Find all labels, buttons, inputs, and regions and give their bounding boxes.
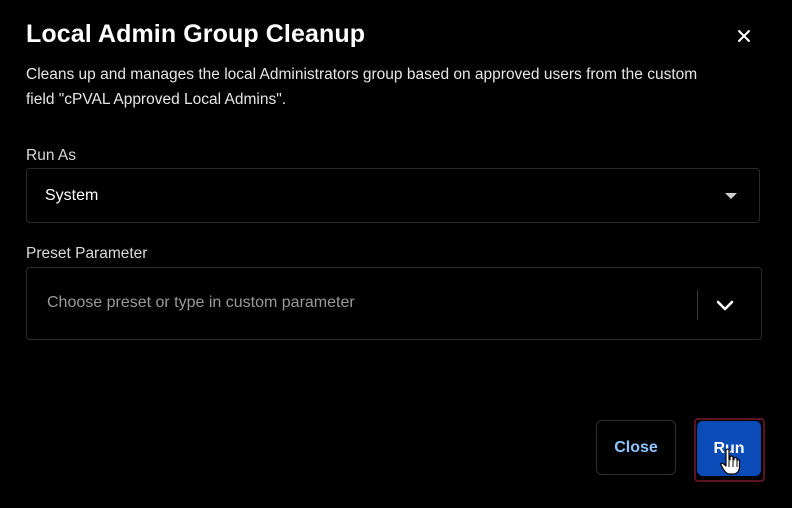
combobox-divider xyxy=(697,290,698,320)
preset-parameter-label: Preset Parameter xyxy=(26,245,148,262)
close-icon[interactable] xyxy=(732,24,756,48)
run-as-select[interactable]: System xyxy=(26,168,760,223)
run-script-dialog: Local Admin Group Cleanup Cleans up and … xyxy=(0,0,792,508)
run-as-value: System xyxy=(45,187,99,204)
preset-parameter-input[interactable] xyxy=(47,294,687,312)
hand-pointer-icon xyxy=(720,448,741,481)
dialog-title: Local Admin Group Cleanup xyxy=(26,20,366,48)
caret-down-icon xyxy=(725,193,737,199)
chevron-down-icon[interactable] xyxy=(713,294,737,318)
dialog-description: Cleans up and manages the local Administ… xyxy=(26,66,698,108)
run-as-label: Run As xyxy=(26,147,76,164)
close-button[interactable]: Close xyxy=(596,420,676,475)
preset-parameter-combobox xyxy=(26,267,762,340)
